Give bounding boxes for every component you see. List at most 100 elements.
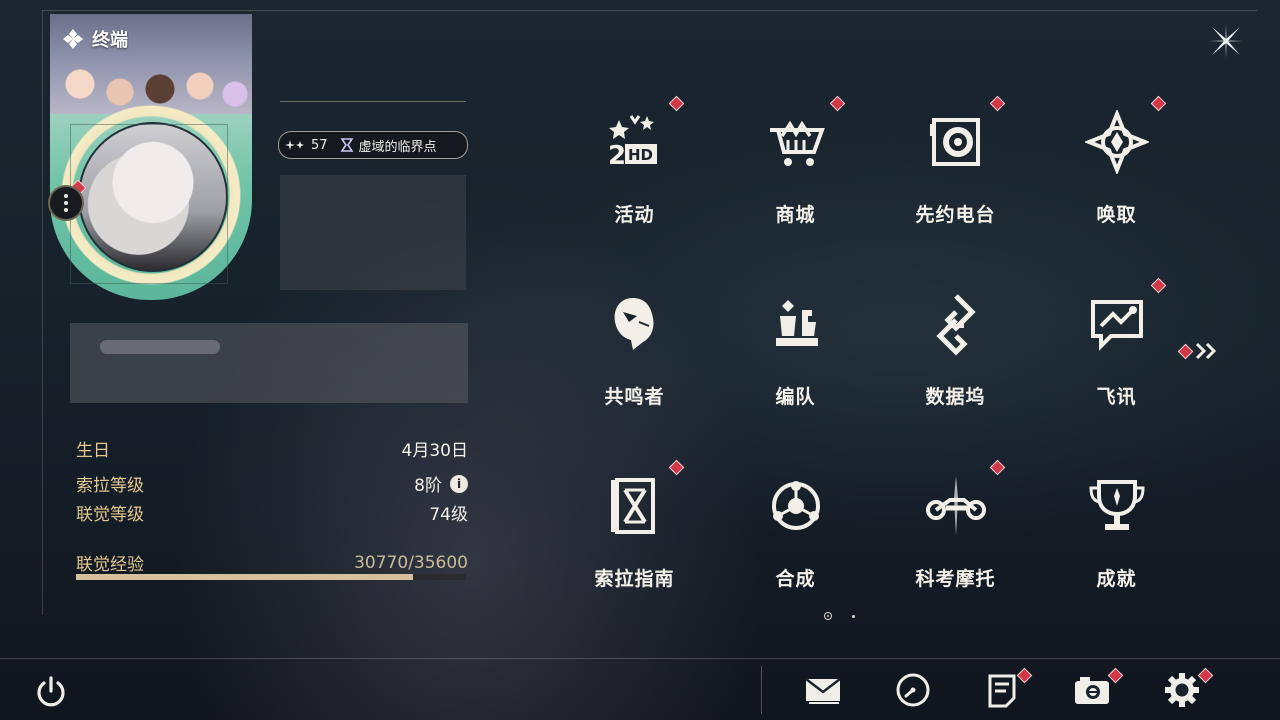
radio-icon [924,110,988,174]
union-exp-bar-fill [76,574,413,580]
page-indicator [824,612,855,620]
blurred-signature-area [280,175,466,290]
union-exp-value: 30770/35600 [354,552,468,573]
menu-item[interactable]: 商城 [715,95,876,240]
settings-gear-icon [1165,673,1199,707]
title-text: 虚域的临界点 [358,139,437,155]
diamond-logo-icon [63,29,83,49]
name-underline [280,101,466,102]
profile-more-button[interactable] [48,185,84,221]
blurred-id-panel [70,323,468,403]
birthday-value: 4月30日 [401,441,468,461]
menu-item-label: 飞讯 [1096,386,1137,408]
power-icon [37,676,65,707]
more-dot-icon [64,194,68,198]
next-page-badge [1177,343,1194,359]
title-label: 虚域的临界点 [336,136,437,155]
menu-item[interactable]: 编队 [715,282,876,422]
synthesis-icon [764,474,828,538]
union-exp-row: 联觉经验 30770/35600 [76,550,468,576]
more-dot-icon [64,201,68,205]
footer-divider [0,658,1280,659]
hourglass-icon [340,138,354,152]
double-chevron-right-icon [1195,342,1217,360]
menu-item[interactable]: 共鸣者 [554,282,715,422]
union-level-label: 联觉等级 [76,505,144,525]
title-pill[interactable]: 57 虚域的临界点 [278,131,468,159]
birthday-label: 生日 [76,441,110,461]
sparkle-icon [285,140,304,150]
camera-button[interactable] [1072,667,1124,710]
menu-item-label: 先约电台 [915,204,996,226]
menu-item-label: 活动 [614,204,655,226]
menu-item[interactable]: 唤取 [1036,95,1197,240]
menu-item[interactable]: 合成 [715,464,876,604]
notification-badge [668,95,685,112]
menu-item[interactable]: 2 HD 活动 [554,95,715,240]
union-level-value: 74级 [429,505,468,525]
menu-item[interactable]: 科考摩托 [875,459,1036,604]
union-exp-label: 联觉经验 [76,555,144,575]
guidebook-icon [603,474,667,538]
notice-icon [988,674,1016,708]
notification-badge [1150,95,1167,112]
menu-item[interactable]: 索拉指南 [554,459,715,604]
camera-icon [1075,677,1109,704]
blurred-name [100,340,220,354]
menu-item[interactable]: 先约电台 [875,95,1036,240]
close-icon [1209,24,1243,58]
union-level-row: 联觉等级 74级 [76,500,468,525]
clock-icon [896,673,930,707]
more-dot-icon [64,208,68,212]
sola-level-value: 8阶 [414,476,442,496]
mail-button[interactable] [803,670,843,710]
menu-item-label: 商城 [775,204,816,226]
menu-item[interactable]: 数据坞 [875,282,1036,422]
power-button[interactable] [33,674,69,710]
mail-icon [805,678,841,704]
footer-separator [761,666,762,714]
level-value: 57 [311,137,328,153]
shop-cart-icon [764,110,828,174]
terminal-header: 终端 [62,26,128,52]
level-badge: 57 [279,138,336,153]
avatar-frame [70,124,228,284]
menu-item-label: 数据坞 [925,386,986,408]
team-icon [764,292,828,356]
sola-level-label: 索拉等级 [76,476,144,496]
notification-badge [829,95,846,112]
page-dot[interactable] [852,614,855,618]
resonator-icon [603,292,667,356]
notification-badge [989,95,1006,112]
info-icon[interactable]: i [450,474,468,493]
menu-item-label: 编队 [775,386,816,408]
birthday-row: 生日 4月30日 [76,436,468,461]
menu-item-label: 合成 [775,568,816,590]
trophy-icon [1085,474,1149,538]
message-icon [1085,292,1149,356]
data-dock-icon [924,292,988,356]
menu-item-label: 成就 [1096,568,1137,590]
settings-button[interactable] [1162,667,1214,710]
menu-item-label: 唤取 [1096,204,1137,226]
close-button[interactable] [1207,22,1245,60]
notification-badge [668,459,685,476]
menu-item-label: 共鸣者 [604,386,665,408]
sola-level-row: 索拉等级 8阶 i [76,471,468,496]
frame-line-top [42,10,1257,11]
page-dot-active[interactable] [824,612,832,620]
menu-item-label: 索拉指南 [594,568,675,590]
motorcycle-icon [924,474,988,538]
terminal-title: 终端 [92,30,128,51]
next-page-button[interactable] [1177,340,1220,362]
svg-text:HD: HD [628,146,653,164]
notification-badge [989,459,1006,476]
clock-button[interactable] [893,670,933,710]
menu-item[interactable]: 成就 [1036,464,1197,604]
notification-badge [1150,277,1167,294]
menu-item[interactable]: 飞讯 [1036,277,1197,422]
convene-icon [1083,108,1150,176]
notice-button[interactable] [982,667,1033,710]
union-exp-bar [76,574,466,580]
event-icon: 2 HD [603,110,667,174]
